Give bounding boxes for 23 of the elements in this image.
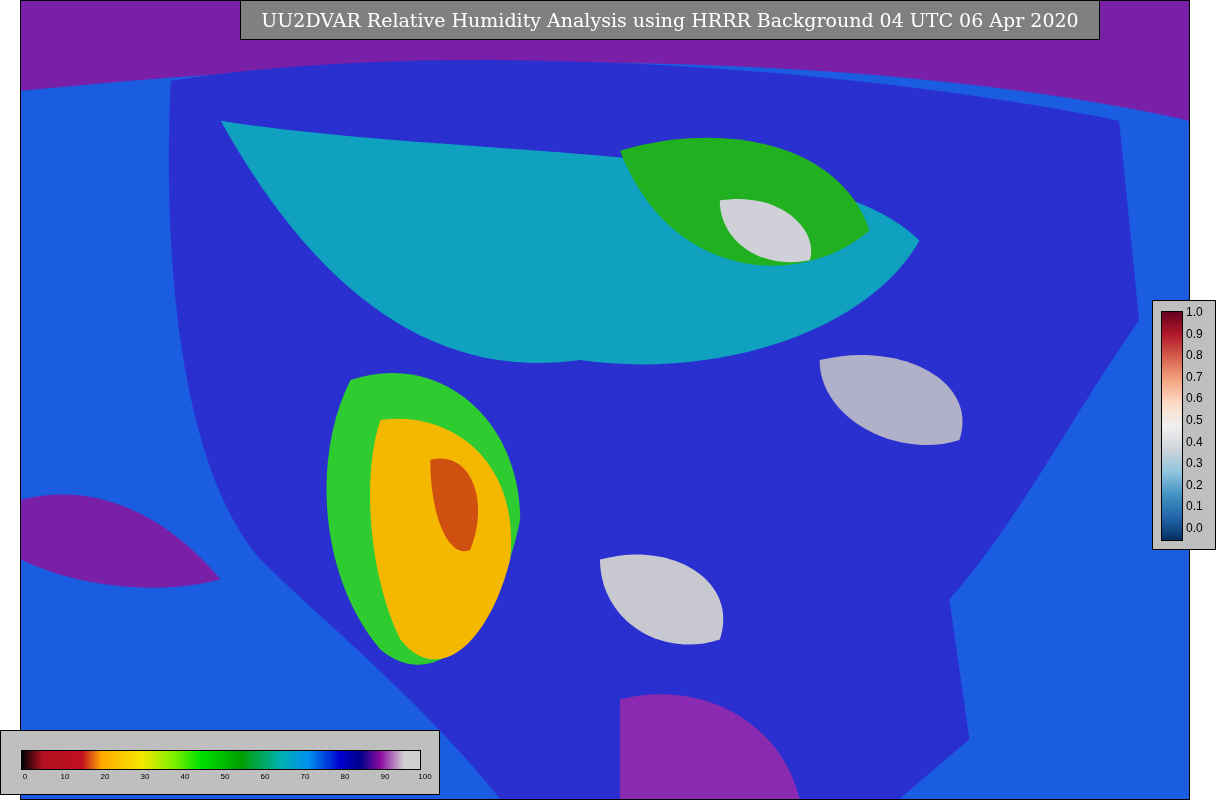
scale-label: 0 xyxy=(21,771,29,783)
scale-label: 60 xyxy=(259,771,271,783)
scale-label: 80 xyxy=(339,771,351,783)
scale-label: 20 xyxy=(99,771,111,783)
scale-label: 0.5 xyxy=(1186,412,1203,427)
scale-label: 50 xyxy=(219,771,231,783)
scale-label: 0.3 xyxy=(1186,456,1203,471)
scale-label: 0.4 xyxy=(1186,434,1203,449)
scale-label: 0.6 xyxy=(1186,391,1203,406)
scale-label: 0.2 xyxy=(1186,477,1203,492)
scale-label: 30 xyxy=(139,771,151,783)
map-title: UU2DVAR Relative Humidity Analysis using HRRR Background 04 UTC 06 Apr 2020 xyxy=(240,0,1100,40)
scale-label: 1.0 xyxy=(1186,305,1203,319)
scale-label: 0.0 xyxy=(1186,520,1203,535)
scale-label: 70 xyxy=(299,771,311,783)
scale-label: 0.7 xyxy=(1186,369,1203,384)
scale-label: 0.8 xyxy=(1186,348,1203,363)
scale-label: 40 xyxy=(179,771,191,783)
scale-label: 0.9 xyxy=(1186,326,1203,341)
scale-label: 90 xyxy=(379,771,391,783)
scale-label: 0.1 xyxy=(1186,499,1203,514)
scale-label: 10 xyxy=(59,771,71,783)
scale-label: 100 xyxy=(417,771,433,783)
